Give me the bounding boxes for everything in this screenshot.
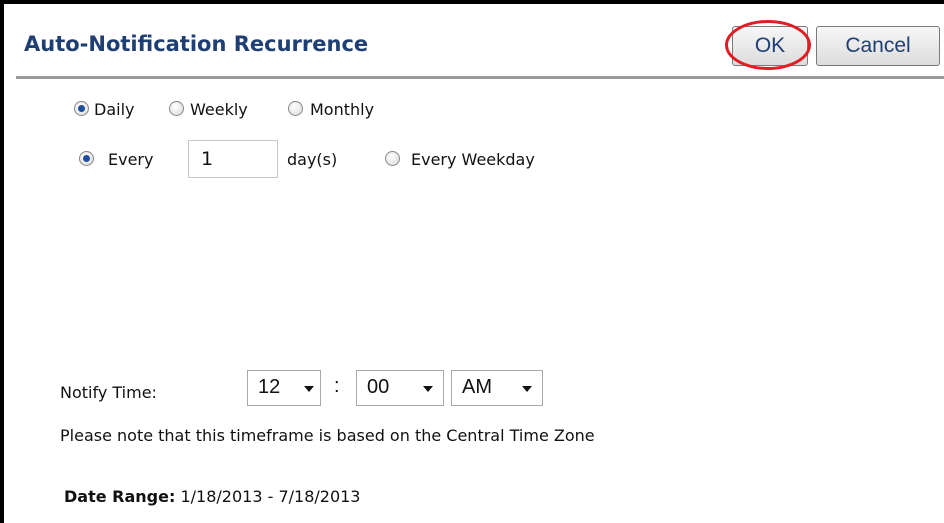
every-weekday-label: Every Weekday [411, 150, 535, 169]
auto-notification-dialog: Auto-Notification Recurrence OK Cancel D… [0, 0, 944, 523]
dialog-title: Auto-Notification Recurrence [24, 32, 369, 56]
days-suffix-label: day(s) [287, 150, 338, 169]
cancel-button-label: Cancel [845, 34, 911, 57]
ampm-value: AM [462, 376, 492, 398]
date-range-value: 1/18/2013 - 7/18/2013 [180, 487, 361, 506]
chevron-down-icon [522, 386, 532, 392]
chevron-down-icon [304, 386, 314, 392]
radio-daily[interactable] [74, 101, 89, 116]
hour-select[interactable]: 12 [247, 370, 321, 406]
ok-button[interactable]: OK [732, 26, 808, 66]
time-separator: : [334, 375, 340, 397]
radio-weekly-label: Weekly [190, 100, 248, 119]
every-label: Every [108, 150, 154, 169]
radio-every-n-days[interactable] [79, 151, 94, 166]
header-divider [16, 76, 944, 79]
radio-daily-label: Daily [94, 100, 135, 119]
radio-monthly-label: Monthly [310, 100, 375, 119]
date-range-label: Date Range: [64, 487, 176, 506]
ok-button-label: OK [754, 34, 786, 57]
date-range: Date Range: 1/18/2013 - 7/18/2013 [64, 487, 360, 506]
timezone-note: Please note that this timeframe is based… [60, 426, 595, 445]
chevron-down-icon [423, 386, 433, 392]
hour-value: 12 [258, 376, 281, 398]
ampm-select[interactable]: AM [451, 370, 543, 406]
notify-time-label: Notify Time: [60, 383, 157, 402]
cancel-button[interactable]: Cancel [816, 26, 940, 66]
minute-select[interactable]: 00 [356, 370, 444, 406]
radio-every-weekday[interactable] [385, 151, 400, 166]
radio-weekly[interactable] [169, 101, 184, 116]
every-days-input[interactable]: 1 [188, 140, 278, 178]
minute-value: 00 [367, 376, 390, 398]
radio-monthly[interactable] [288, 101, 303, 116]
